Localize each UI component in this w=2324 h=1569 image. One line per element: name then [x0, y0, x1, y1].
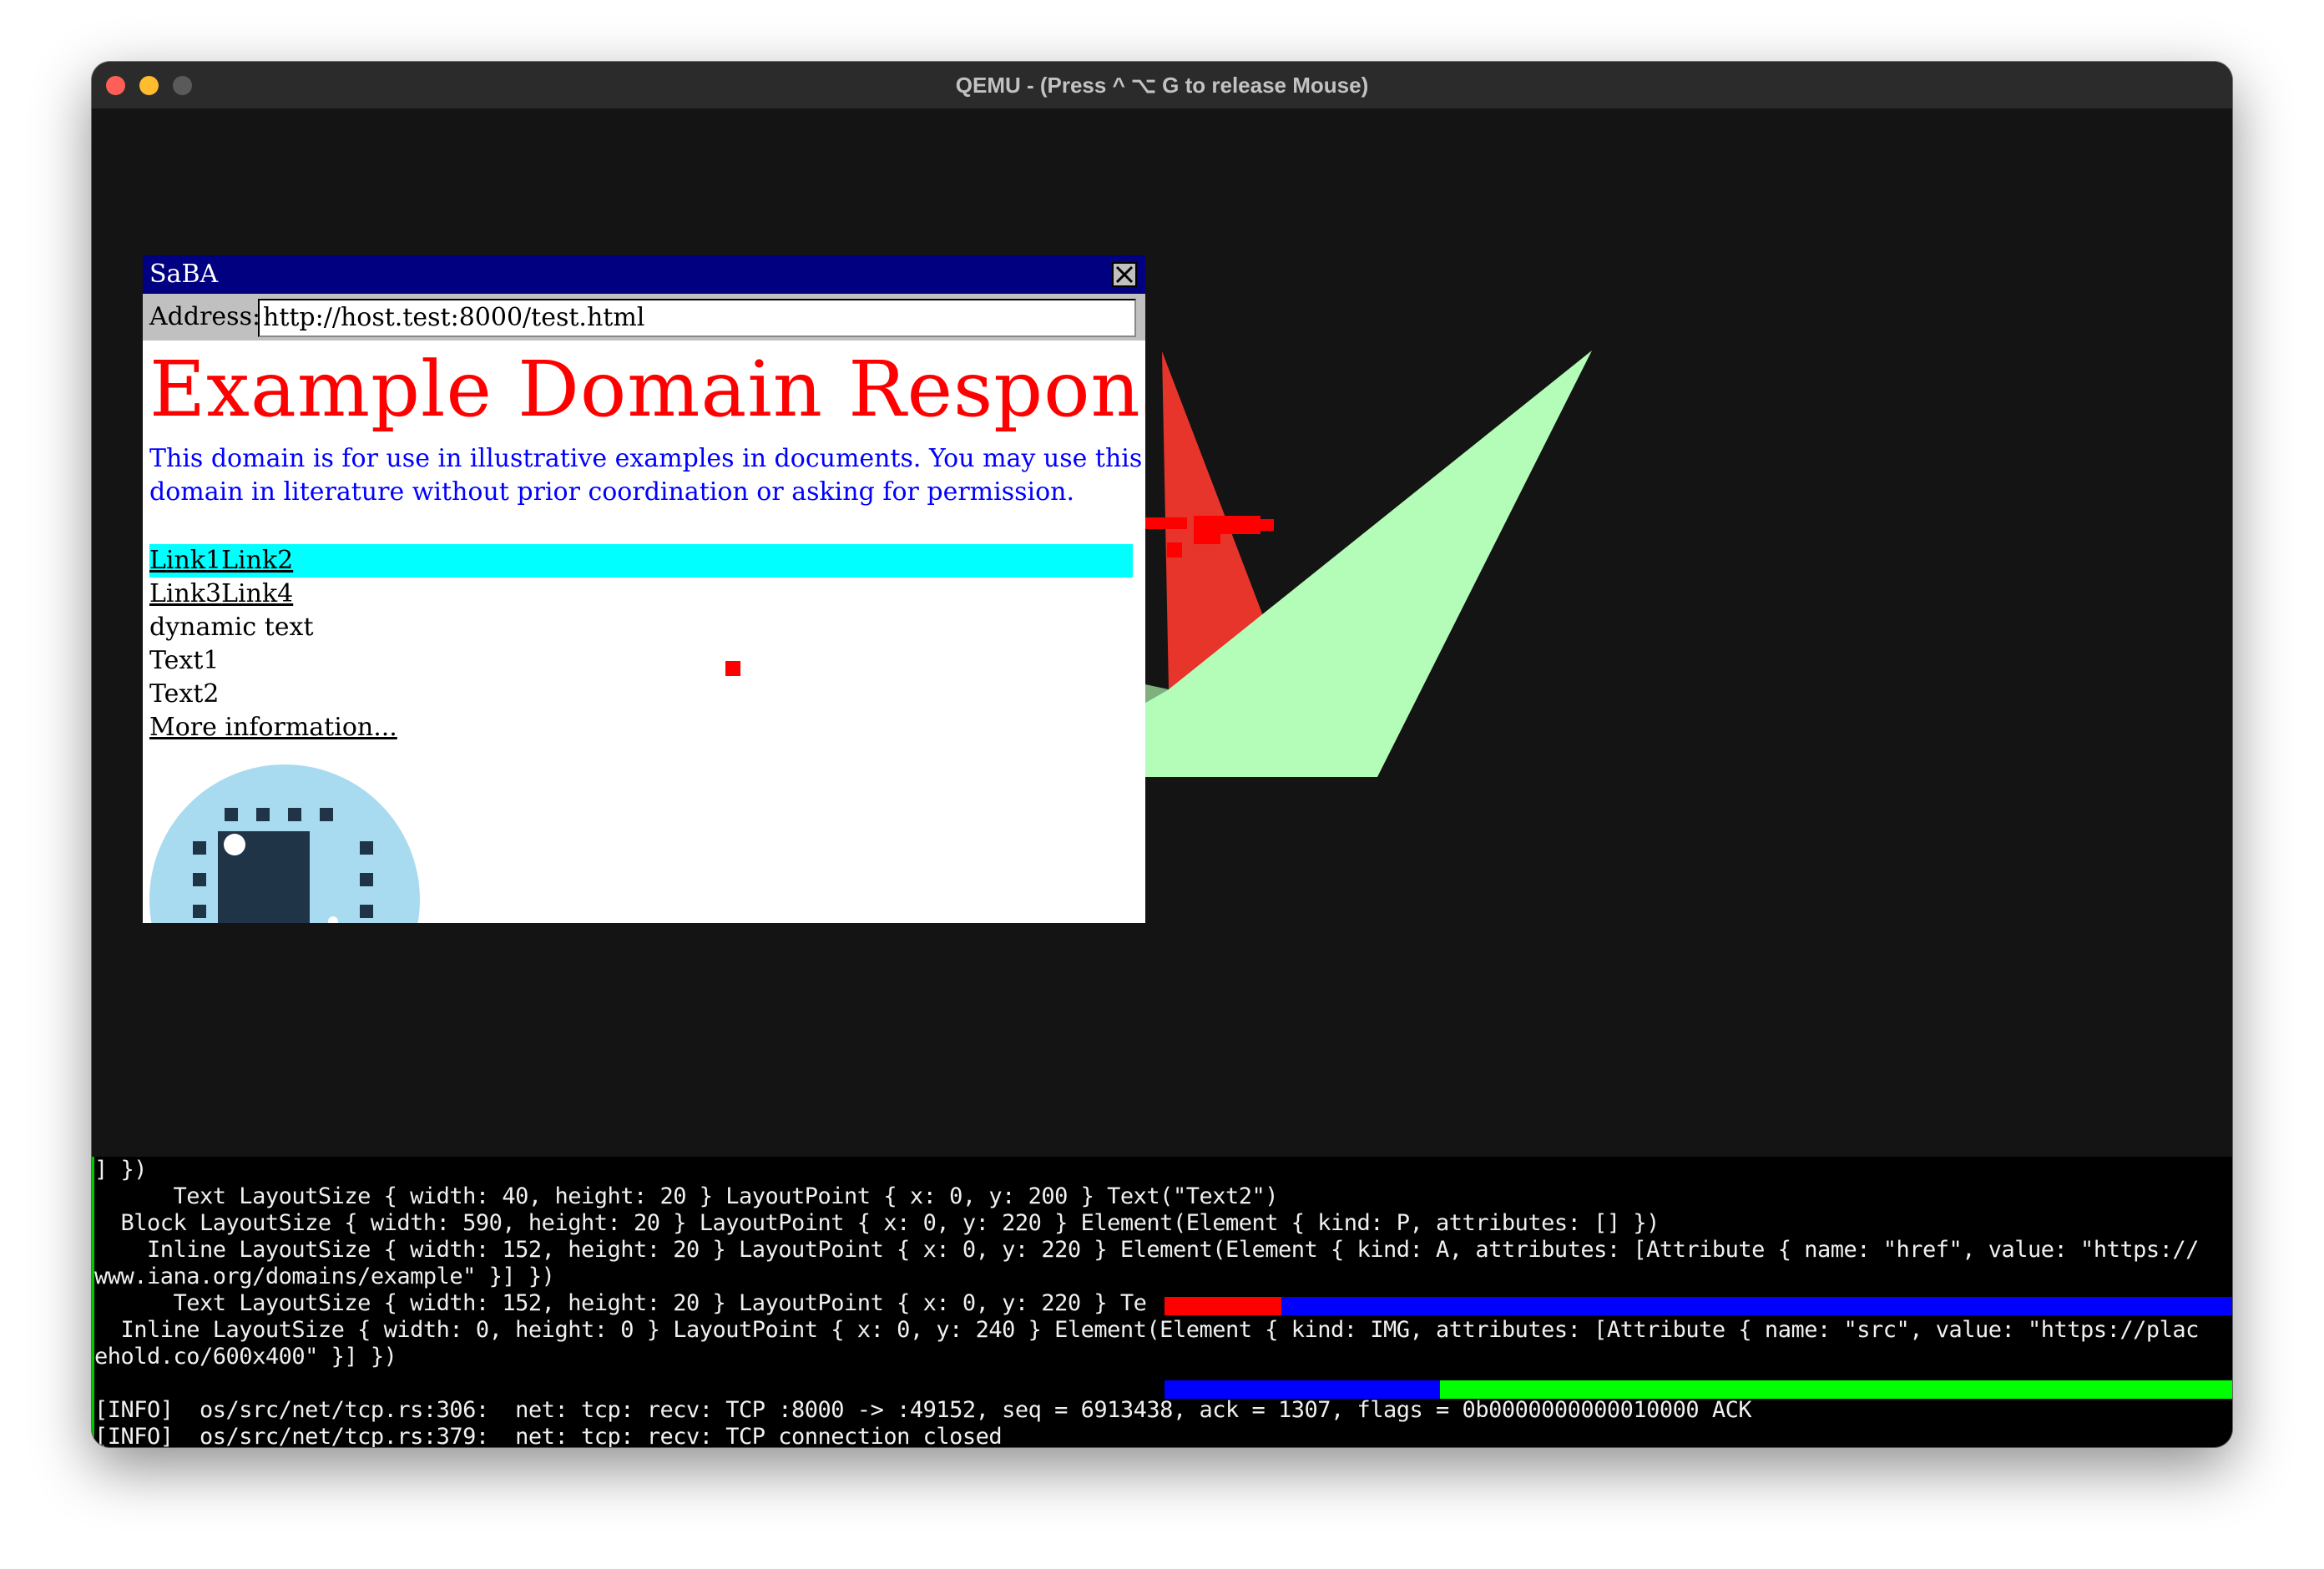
window-titlebar: QEMU - (Press ^ ⌥ G to release Mouse): [92, 62, 2232, 109]
page-heading: Example Domain Response: [149, 345, 1145, 434]
console-line: Inline LayoutSize { width: 0, height: 0 …: [94, 1317, 2200, 1343]
text-2: Text2: [149, 679, 220, 709]
blue-glitch-bar: [1165, 1380, 1440, 1399]
address-bar: Address: http://host.test:8000/test.html: [143, 294, 1145, 341]
browser-title: SaBA: [149, 260, 219, 289]
window-title: QEMU - (Press ^ ⌥ G to release Mouse): [955, 73, 1369, 98]
red-glitch-bar: [1165, 1297, 1281, 1315]
vm-screen[interactable]: SaBA Address: http://host.test:8000/test…: [92, 108, 2232, 1447]
cpu-chip-icon: [149, 764, 420, 923]
link-1[interactable]: Link1: [149, 546, 221, 575]
browser-titlebar: SaBA: [143, 255, 1145, 294]
link-2[interactable]: Link2: [221, 546, 293, 575]
console-line: [INFO] os/src/net/tcp.rs:306: net: tcp: …: [94, 1397, 1752, 1423]
red-artifact: [1167, 542, 1182, 557]
blue-glitch-bar: [1281, 1297, 2232, 1315]
more-information-link[interactable]: More information...: [149, 711, 397, 744]
address-label: Address:: [149, 302, 261, 331]
console-line: www.iana.org/domains/example" }] }): [94, 1264, 555, 1289]
link-3[interactable]: Link3: [149, 579, 221, 608]
close-x-icon: [1115, 265, 1134, 284]
text-1: Text1: [149, 646, 220, 675]
console-line: ] }): [94, 1157, 148, 1183]
link-4[interactable]: Link4: [221, 579, 293, 608]
page-paragraph: This domain is for use in illustrative e…: [149, 444, 1143, 507]
console-line: ehold.co/600x400" }] }): [94, 1344, 397, 1370]
red-artifact: [1145, 517, 1187, 529]
dynamic-text: dynamic text: [149, 613, 314, 642]
qemu-window: QEMU - (Press ^ ⌥ G to release Mouse) Sa…: [92, 62, 2232, 1447]
red-artifact: [1194, 516, 1220, 544]
console-line: Text LayoutSize { width: 152, height: 20…: [94, 1290, 1147, 1316]
console-line: [INFO] os/src/net/tcp.rs:379: net: tcp: …: [94, 1424, 1003, 1447]
console-line: Block LayoutSize { width: 590, height: 2…: [94, 1210, 1660, 1236]
browser-close-button[interactable]: [1112, 262, 1137, 287]
red-artifact: [1261, 519, 1274, 531]
saba-browser-window: SaBA Address: http://host.test:8000/test…: [143, 255, 1145, 923]
red-artifact: [1219, 516, 1261, 534]
link-row-highlighted: Link1Link2: [149, 544, 1133, 578]
link-row: Link3Link4: [149, 578, 293, 611]
address-input[interactable]: http://host.test:8000/test.html: [258, 299, 1136, 337]
red-dot-marker: [725, 661, 740, 676]
console-line: Text LayoutSize { width: 40, height: 20 …: [94, 1183, 1279, 1209]
console-line: Inline LayoutSize { width: 152, height: …: [94, 1237, 2199, 1263]
green-glitch-bar: [1440, 1380, 2232, 1399]
serial-console: ] }) Text LayoutSize { width: 40, height…: [92, 1157, 2232, 1447]
page-content: Example Domain Response This domain is f…: [143, 341, 1145, 923]
